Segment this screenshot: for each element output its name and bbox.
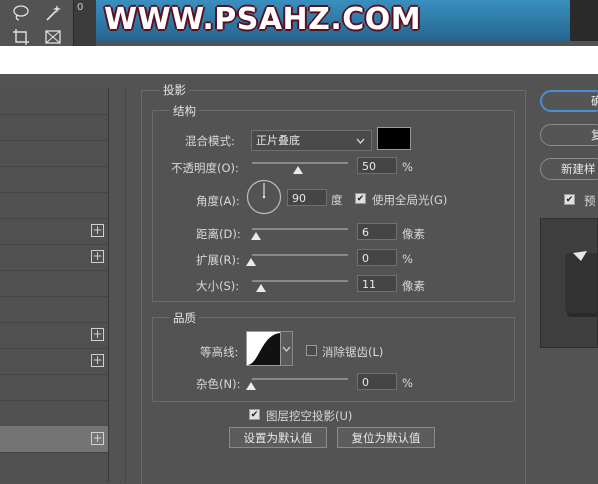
style-list: + + + + + (0, 88, 109, 483)
add-style-icon[interactable]: + (91, 224, 104, 237)
new-style-button-label: 新建样 (561, 162, 596, 176)
noise-label: 杂色(N): (196, 377, 241, 391)
global-light-checkbox[interactable]: ✔ (355, 193, 366, 204)
contour-preview[interactable] (246, 331, 281, 366)
add-style-icon[interactable]: + (91, 432, 104, 445)
style-list-row[interactable]: + (0, 322, 108, 349)
magic-wand-tool-icon[interactable] (44, 4, 62, 22)
banner-text: WWW.PSAHZ.COM (104, 2, 422, 37)
size-slider-track[interactable] (252, 280, 348, 282)
noise-unit: % (402, 376, 413, 390)
spread-input[interactable]: 0 (357, 249, 397, 266)
style-list-row[interactable] (0, 296, 108, 323)
style-preview-thumbnail (540, 218, 598, 348)
contour-dropdown[interactable] (281, 331, 293, 366)
chevron-down-icon (281, 346, 292, 368)
shadow-color-swatch[interactable] (377, 127, 411, 150)
noise-slider-track[interactable] (252, 378, 348, 380)
quality-title: 品质 (170, 310, 199, 326)
style-list-row[interactable] (0, 400, 108, 427)
vertical-ruler: 0 (73, 0, 96, 46)
divider (125, 88, 126, 483)
style-list-row[interactable]: + (0, 244, 108, 271)
noise-input[interactable]: 0 (357, 373, 397, 390)
blend-mode-select[interactable]: 正片叠底 (251, 130, 372, 151)
preview-checkbox[interactable]: ✔ (564, 194, 575, 205)
ok-button-label: 确 (591, 94, 598, 108)
spread-label: 扩展(R): (196, 253, 240, 267)
ok-button[interactable]: 确 (540, 90, 598, 112)
opacity-unit: % (402, 160, 413, 174)
opacity-slider-thumb[interactable] (293, 166, 303, 174)
spread-unit: % (402, 252, 413, 266)
angle-input[interactable]: 90 (287, 189, 327, 206)
angle-dial[interactable] (246, 179, 282, 215)
anti-alias-checkbox[interactable] (306, 345, 317, 356)
style-list-row[interactable] (0, 166, 108, 193)
canvas-banner: WWW.PSAHZ.COM (96, 0, 570, 41)
size-input[interactable]: 11 (357, 275, 397, 292)
style-list-row[interactable]: + (0, 218, 108, 245)
crop-tool-icon[interactable] (12, 28, 30, 46)
cancel-button-label: 复 (591, 128, 598, 142)
distance-slider-track[interactable] (252, 228, 348, 230)
add-style-icon[interactable]: + (91, 354, 104, 367)
frame-tool-icon[interactable] (44, 28, 62, 46)
anti-alias-label: 消除锯齿(L) (322, 345, 384, 359)
structure-title: 结构 (170, 103, 199, 119)
size-slider-thumb[interactable] (256, 284, 266, 292)
style-list-row[interactable] (0, 192, 108, 219)
angle-unit: 度 (331, 193, 343, 207)
style-list-row[interactable] (0, 270, 108, 297)
opacity-label: 不透明度(O): (171, 161, 239, 175)
distance-label: 距离(D): (196, 227, 241, 241)
ruler-zero-label: 0 (77, 2, 84, 13)
distance-unit: 像素 (402, 227, 425, 241)
reset-default-button[interactable]: 复位为默认值 (337, 427, 435, 448)
style-list-row[interactable] (0, 374, 108, 401)
drop-shadow-title: 投影 (160, 82, 189, 98)
opacity-slider-track[interactable] (252, 162, 348, 164)
knockout-checkbox[interactable]: ✔ (249, 409, 260, 420)
blend-mode-label: 混合模式: (185, 134, 235, 148)
preview-label: 预 (584, 194, 596, 208)
add-style-icon[interactable]: + (91, 328, 104, 341)
lasso-tool-icon[interactable] (12, 4, 30, 22)
distance-slider-thumb[interactable] (251, 232, 261, 240)
opacity-input[interactable]: 50 (357, 157, 397, 174)
canvas-right-edge (570, 0, 598, 41)
angle-label: 角度(A): (196, 194, 240, 208)
style-list-row[interactable] (0, 140, 108, 167)
tool-palette (0, 0, 72, 46)
cancel-button[interactable]: 复 (540, 124, 598, 146)
distance-input[interactable]: 6 (357, 223, 397, 240)
spread-slider-track[interactable] (252, 254, 348, 256)
style-list-row-selected[interactable]: + (0, 426, 108, 453)
blend-mode-value: 正片叠底 (256, 134, 300, 147)
style-list-row[interactable] (0, 114, 108, 141)
add-style-icon[interactable]: + (91, 250, 104, 263)
spread-slider-thumb[interactable] (246, 258, 256, 266)
global-light-label: 使用全局光(G) (372, 193, 448, 207)
knockout-label: 图层挖空投影(U) (266, 409, 353, 423)
new-style-button[interactable]: 新建样 (540, 158, 598, 180)
style-list-row[interactable]: + (0, 348, 108, 375)
size-label: 大小(S): (196, 279, 240, 293)
noise-slider-thumb[interactable] (246, 382, 256, 390)
canvas-white-area (0, 46, 598, 74)
contour-label: 等高线: (200, 345, 239, 359)
style-list-row[interactable] (0, 88, 108, 115)
size-unit: 像素 (402, 279, 425, 293)
chevron-down-icon (356, 131, 365, 158)
set-default-button[interactable]: 设置为默认值 (229, 427, 327, 448)
